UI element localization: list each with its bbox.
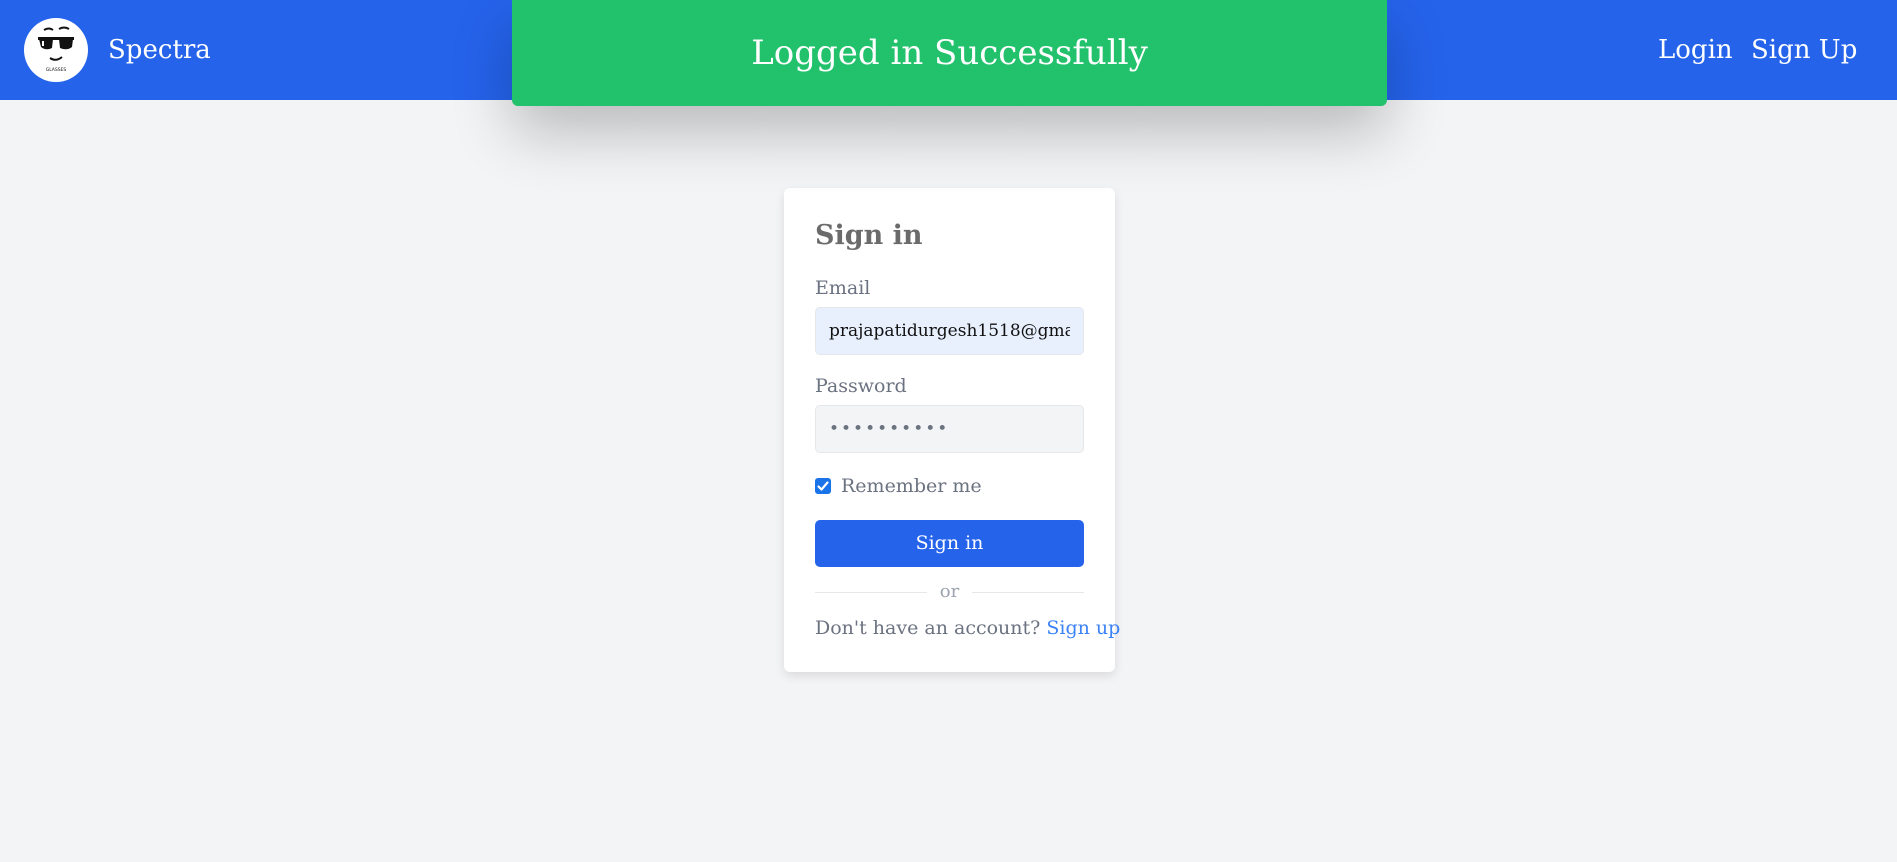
signup-prompt: Don't have an account? Sign up	[815, 616, 1120, 640]
signup-prompt-text: Don't have an account?	[815, 617, 1041, 639]
logo-caption: GLASSES	[46, 67, 67, 73]
email-label: Email	[815, 277, 871, 299]
signup-link[interactable]: Sign up	[1046, 617, 1120, 639]
signin-title: Sign in	[815, 220, 923, 251]
email-field[interactable]	[815, 307, 1084, 355]
divider-line-left	[815, 592, 927, 593]
sunglasses-logo-icon[interactable]: GLASSES	[24, 18, 88, 82]
remember-me-label[interactable]: Remember me	[841, 474, 982, 498]
sunglasses-logo-graphic: GLASSES	[38, 26, 74, 73]
remember-me-checkbox[interactable]	[815, 478, 831, 494]
brand-name[interactable]: Spectra	[108, 32, 211, 68]
divider-or-text: or	[939, 581, 960, 602]
login-success-toast: Logged in Successfully	[512, 0, 1387, 106]
nav-signup-link[interactable]: Sign Up	[1751, 32, 1857, 68]
signin-button[interactable]: Sign in	[815, 520, 1084, 567]
password-field[interactable]	[815, 405, 1084, 453]
nav-login-link[interactable]: Login	[1658, 32, 1733, 68]
checkmark-icon	[817, 481, 829, 491]
password-label: Password	[815, 375, 907, 397]
signin-card: Sign in Email Password Remember me Sign …	[784, 188, 1120, 672]
divider-line-right	[972, 592, 1084, 593]
